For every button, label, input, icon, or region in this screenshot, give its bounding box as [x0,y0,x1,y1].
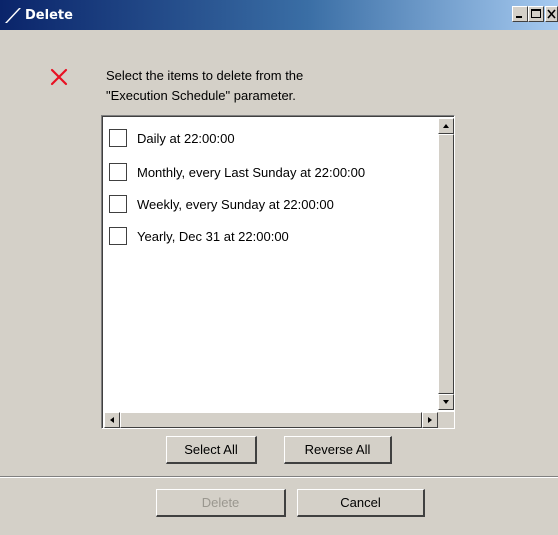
vertical-scrollbar[interactable] [438,118,454,410]
list-item[interactable]: Monthly, every Last Sunday at 22:00:00 [109,162,365,182]
item-checkbox[interactable] [109,195,127,213]
item-checkbox[interactable] [109,227,127,245]
scroll-left-button[interactable] [104,412,120,428]
arrow-up-icon [443,124,449,128]
scrollbar-corner [438,412,454,428]
item-checkbox[interactable] [109,163,127,181]
instruction-message: Select the items to delete from the "Exe… [106,68,304,103]
item-label: Weekly, every Sunday at 22:00:00 [137,196,334,212]
title-bar[interactable]: Delete [0,0,558,30]
select-all-button[interactable]: Select All [166,436,257,464]
scroll-right-button[interactable] [422,412,438,428]
minimize-icon [516,16,522,18]
cancel-button[interactable]: Cancel [297,489,425,517]
item-label: Monthly, every Last Sunday at 22:00:00 [137,164,366,180]
list-item[interactable]: Yearly, Dec 31 at 22:00:00 [109,226,289,246]
item-label: Daily at 22:00:00 [137,130,235,146]
list-content: Daily at 22:00:00 Monthly, every Last Su… [104,118,436,410]
horizontal-scroll-thumb[interactable] [120,412,422,428]
list-item[interactable]: Weekly, every Sunday at 22:00:00 [109,194,334,214]
arrow-right-icon [428,417,432,423]
maximize-icon [531,9,541,18]
delete-dialog: Delete Select the items to delete from t… [0,0,558,535]
scroll-down-button[interactable] [438,394,454,410]
divider [0,476,558,478]
close-icon [547,9,556,19]
close-button[interactable] [545,6,558,22]
delete-button[interactable]: Delete [156,489,286,517]
reverse-all-button[interactable]: Reverse All [284,436,392,464]
maximize-button[interactable] [528,6,544,22]
schedule-list: Daily at 22:00:00 Monthly, every Last Su… [101,115,455,429]
arrow-left-icon [110,417,114,423]
vertical-scroll-thumb[interactable] [438,134,454,394]
list-item[interactable]: Daily at 22:00:00 [109,128,235,148]
error-x-icon [50,68,68,86]
horizontal-scrollbar[interactable] [104,412,438,428]
window-title: Delete [25,8,73,23]
arrow-down-icon [443,400,449,404]
minimize-button[interactable] [512,6,528,22]
app-slash-icon [5,8,21,23]
item-label: Yearly, Dec 31 at 22:00:00 [137,228,289,244]
scroll-up-button[interactable] [438,118,454,134]
item-checkbox[interactable] [109,129,127,147]
